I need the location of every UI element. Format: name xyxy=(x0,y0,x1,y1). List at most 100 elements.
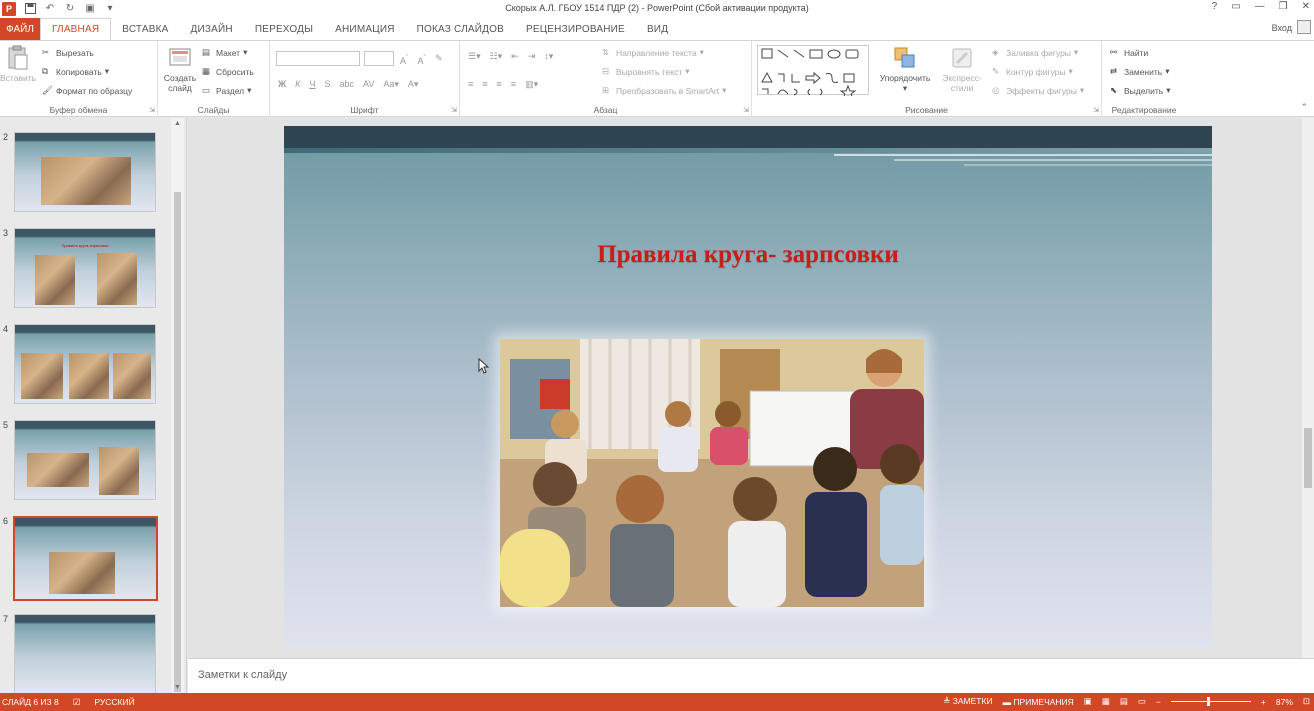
notes-toggle-button[interactable]: ≜ ЗАМЕТКИ xyxy=(943,696,992,707)
tab-slideshow[interactable]: ПОКАЗ СЛАЙДОВ xyxy=(406,18,515,40)
shapes-gallery[interactable] xyxy=(757,45,869,101)
shape-effects-button[interactable]: ◎ Эффекты фигуры ▾ xyxy=(992,85,1084,96)
slide-thumbnail-6[interactable] xyxy=(13,516,158,601)
shadow-button[interactable]: S xyxy=(324,79,330,90)
minimize-icon[interactable]: — xyxy=(1255,1,1265,12)
underline-button[interactable]: Ч xyxy=(309,79,315,90)
paste-button[interactable]: Вставить xyxy=(0,45,36,83)
new-slide-button[interactable]: Создать слайд xyxy=(160,45,200,93)
font-color-icon[interactable]: A▾ xyxy=(408,79,419,90)
slide-scrollbar[interactable] xyxy=(1302,118,1314,658)
help-icon[interactable]: ? xyxy=(1212,1,1218,12)
increase-font-icon[interactable]: Aˆ xyxy=(400,53,409,66)
tab-design[interactable]: ДИЗАЙН xyxy=(180,18,244,40)
slide-thumbnail-5[interactable] xyxy=(14,420,156,500)
slide-thumbnail-2[interactable] xyxy=(14,132,156,212)
fit-slide-icon[interactable]: ⊡ xyxy=(1303,696,1310,707)
current-slide[interactable]: Правила круга- зарпсовки xyxy=(284,126,1212,648)
bullets-icon[interactable]: ☰▾ xyxy=(468,51,481,62)
align-center-icon[interactable]: ≡ xyxy=(482,79,487,90)
zoom-level[interactable]: 87% xyxy=(1276,697,1293,707)
align-right-icon[interactable]: ≡ xyxy=(497,79,502,90)
shape-outline-button[interactable]: ✎ Контур фигуры ▾ xyxy=(992,66,1073,77)
line-spacing-icon[interactable]: ↕▾ xyxy=(544,51,553,62)
tab-animations[interactable]: АНИМАЦИЯ xyxy=(324,18,406,40)
copy-button[interactable]: ⧉ Копировать ▾ xyxy=(42,66,109,77)
char-spacing-icon[interactable]: AV xyxy=(363,79,374,90)
select-button[interactable]: ⬉ Выделить ▾ xyxy=(1110,85,1171,96)
slide-sorter-icon[interactable]: ▦ xyxy=(1102,696,1110,707)
tab-review[interactable]: РЕЦЕНЗИРОВАНИЕ xyxy=(515,18,636,40)
zoom-slider[interactable] xyxy=(1170,697,1251,706)
clear-formatting-icon[interactable]: ✎ xyxy=(435,53,443,66)
text-direction-button[interactable]: ⇅ Направление текста ▾ xyxy=(602,47,704,58)
change-case-icon[interactable]: Aa▾ xyxy=(383,79,399,90)
zoom-out-icon[interactable]: − xyxy=(1156,697,1161,707)
strikethrough-button[interactable]: abc xyxy=(339,79,354,90)
decrease-font-icon[interactable]: Aˇ xyxy=(418,53,427,66)
slide-title[interactable]: Правила круга- зарпсовки xyxy=(284,241,1212,269)
scrollbar-thumb[interactable] xyxy=(174,192,181,692)
find-button[interactable]: ⚯ Найти xyxy=(1110,47,1148,58)
comments-toggle-button[interactable]: ▬ ПРИМЕЧАНИЯ xyxy=(1003,697,1074,707)
align-left-icon[interactable]: ≡ xyxy=(468,79,473,90)
section-button[interactable]: ▭ Раздел ▾ xyxy=(202,85,251,96)
smartart-button[interactable]: ⊞ Преобразовать в SmartArt ▾ xyxy=(602,85,726,96)
language-indicator[interactable]: РУССКИЙ xyxy=(94,697,134,707)
save-icon[interactable] xyxy=(24,3,36,15)
dialog-launcher-icon[interactable]: ⇲ xyxy=(149,106,155,114)
tab-home[interactable]: ГЛАВНАЯ xyxy=(40,18,112,40)
slide-thumbnail-4[interactable] xyxy=(14,324,156,404)
scrollbar-thumb[interactable] xyxy=(1304,428,1312,488)
dialog-launcher-icon[interactable]: ⇲ xyxy=(451,106,457,114)
redo-icon[interactable]: ↻ xyxy=(64,3,76,15)
reading-view-icon[interactable]: ▤ xyxy=(1120,696,1128,707)
thumbnail-scrollbar[interactable]: ▲ ▼ xyxy=(171,118,184,693)
slideshow-view-icon[interactable]: ▭ xyxy=(1138,696,1146,707)
quick-styles-button[interactable]: Экспресс- стили xyxy=(938,45,986,93)
tab-file[interactable]: ФАЙЛ xyxy=(0,18,40,40)
notes-placeholder[interactable]: Заметки к слайду xyxy=(198,669,287,681)
scroll-down-icon[interactable]: ▼ xyxy=(174,684,181,691)
scroll-up-icon[interactable]: ▲ xyxy=(174,120,181,127)
avatar[interactable] xyxy=(1297,20,1311,34)
shape-fill-button[interactable]: ◈ Заливка фигуры ▾ xyxy=(992,47,1078,58)
tab-view[interactable]: ВИД xyxy=(636,18,679,40)
bold-button[interactable]: Ж xyxy=(278,79,286,90)
reset-button[interactable]: ▦ Сбросить xyxy=(202,66,254,77)
start-slideshow-icon[interactable]: ▣ xyxy=(84,3,96,15)
zoom-in-icon[interactable]: + xyxy=(1261,697,1266,707)
close-icon[interactable]: ✕ xyxy=(1302,1,1310,12)
decrease-indent-icon[interactable]: ⇤ xyxy=(511,51,519,62)
slide-photo[interactable] xyxy=(500,339,924,607)
replace-button[interactable]: ⇄ Заменить ▾ xyxy=(1110,66,1169,77)
tab-transitions[interactable]: ПЕРЕХОДЫ xyxy=(244,18,324,40)
undo-icon[interactable]: ↶ xyxy=(44,3,56,15)
slide-thumbnail-7[interactable] xyxy=(14,614,156,694)
dialog-launcher-icon[interactable]: ⇲ xyxy=(743,106,749,114)
increase-indent-icon[interactable]: ⇥ xyxy=(528,51,536,62)
layout-button[interactable]: ▤ Макет ▾ xyxy=(202,47,247,58)
notes-pane[interactable]: Заметки к слайду xyxy=(188,658,1314,693)
dialog-launcher-icon[interactable]: ⇲ xyxy=(1093,106,1099,114)
powerpoint-logo-icon[interactable]: P xyxy=(2,2,16,16)
arrange-button[interactable]: Упорядочить ▾ xyxy=(874,45,936,94)
zoom-slider-knob[interactable] xyxy=(1206,697,1210,706)
align-text-button[interactable]: ⊟ Выровнять текст ▾ xyxy=(602,66,690,77)
normal-view-icon[interactable]: ▣ xyxy=(1084,696,1092,707)
sign-in-link[interactable]: Вход xyxy=(1272,23,1292,33)
format-painter-button[interactable]: 🖌 Формат по образцу xyxy=(42,85,132,96)
justify-icon[interactable]: ≡ xyxy=(511,79,516,90)
font-size-box[interactable] xyxy=(364,51,394,66)
font-name-box[interactable] xyxy=(276,51,360,66)
numbering-icon[interactable]: ☷▾ xyxy=(490,51,503,62)
restore-icon[interactable]: ❐ xyxy=(1279,1,1288,12)
columns-icon[interactable]: ▥▾ xyxy=(525,79,538,90)
collapse-ribbon-icon[interactable]: ⌃ xyxy=(1300,102,1308,113)
spellcheck-icon[interactable]: ☑ xyxy=(73,697,81,708)
customize-qat-icon[interactable]: ▾ xyxy=(104,3,116,15)
italic-button[interactable]: К xyxy=(295,79,300,90)
ribbon-display-options-icon[interactable]: ▭ xyxy=(1231,1,1240,12)
slide-thumbnail-3[interactable]: Правила круга-зарисовки xyxy=(14,228,156,308)
cut-button[interactable]: ✂ Вырезать xyxy=(42,47,94,58)
